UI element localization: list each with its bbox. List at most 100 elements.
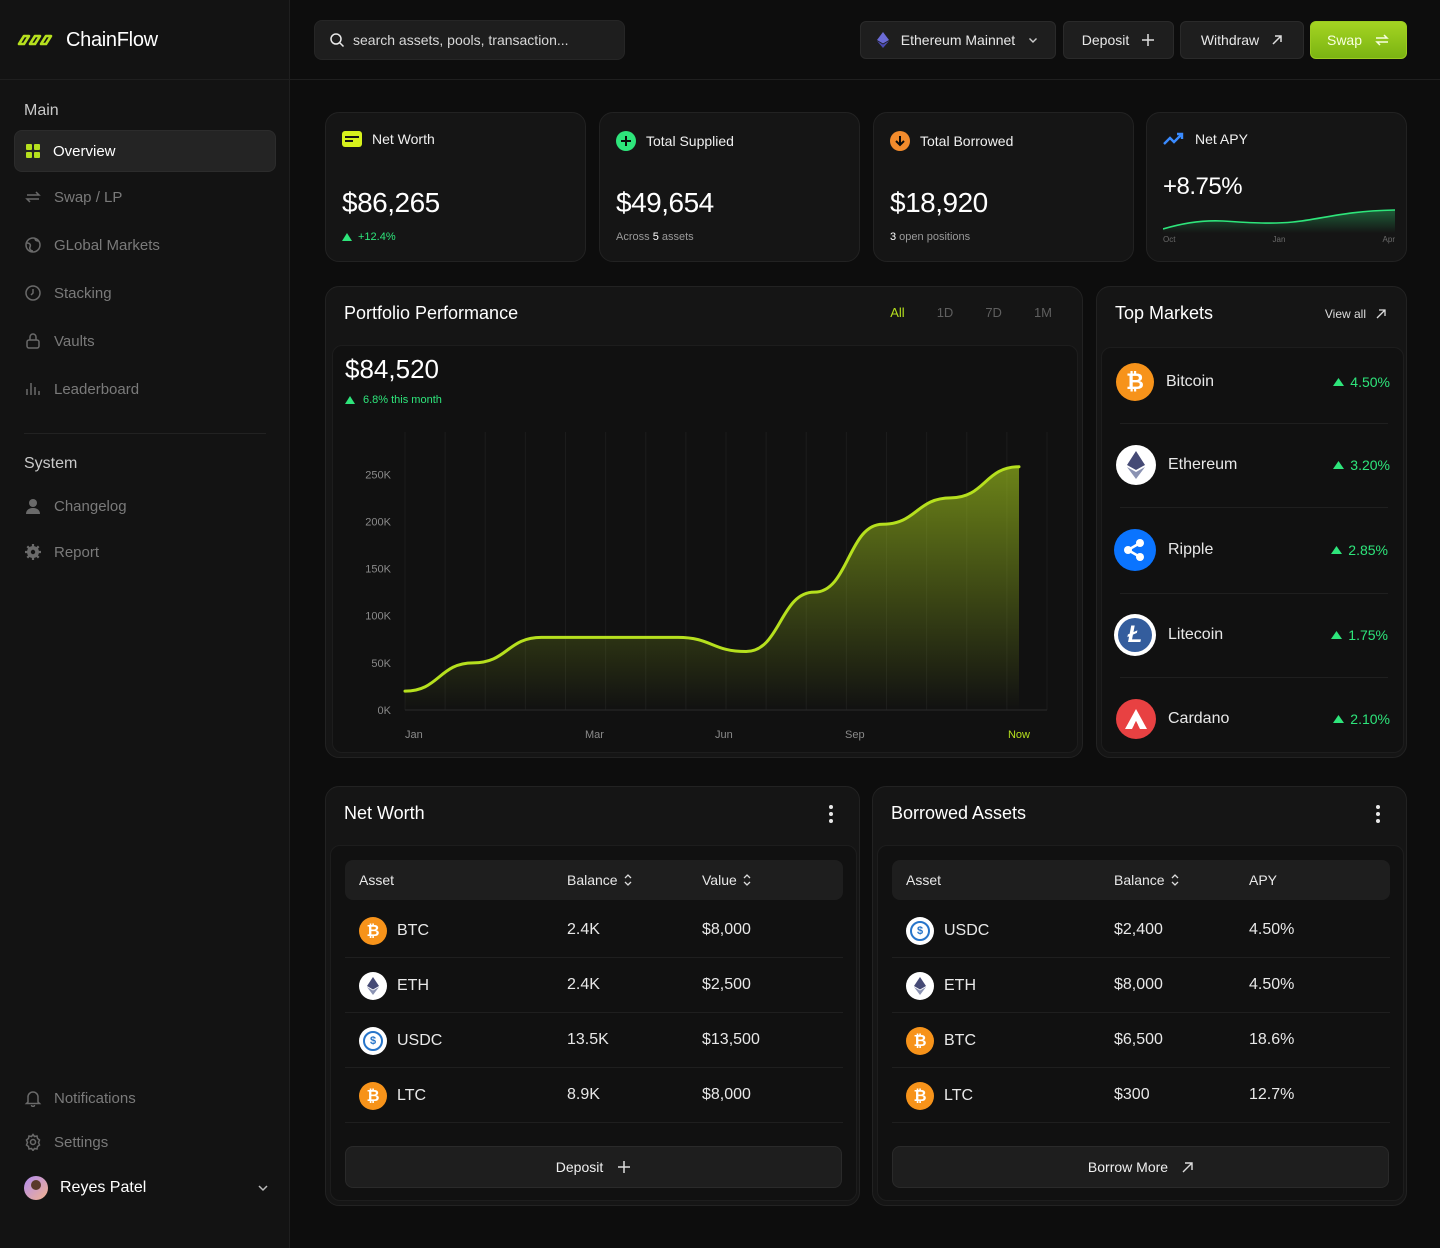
sidebar-item-label: Vaults: [54, 332, 95, 350]
deposit-label: Deposit: [555, 1159, 604, 1175]
value-cell: 4.50%: [1249, 921, 1295, 938]
sort-balance-header[interactable]: Balance: [567, 872, 632, 888]
market-change: 2.10%: [1333, 711, 1390, 727]
market-row-ripple[interactable]: Ripple 2.85%: [1114, 529, 1388, 571]
table-row[interactable]: $ USDC 13.5K $13,500: [345, 1013, 843, 1068]
divider: [24, 433, 266, 434]
sidebar-item-label: Leaderboard: [54, 380, 140, 398]
market-change-text: 2.10%: [1350, 711, 1390, 727]
arrow-up-right-icon: [1182, 1161, 1193, 1172]
table-row[interactable]: $ USDC $2,400 4.50%: [892, 903, 1390, 958]
table-row[interactable]: ₿ LTC $300 12.7%: [892, 1068, 1390, 1123]
stat-sub-pre: Across: [616, 231, 653, 243]
sidebar-item-report[interactable]: Report: [14, 531, 276, 573]
sort-balance-header[interactable]: Balance: [1114, 872, 1179, 888]
market-change: 4.50%: [1333, 374, 1390, 390]
balance-cell: 13.5K: [567, 1031, 609, 1048]
bitcoin-icon: ₿: [359, 917, 387, 945]
market-row-bitcoin[interactable]: ₿ Bitcoin 4.50%: [1116, 361, 1390, 403]
triangle-up-icon: [342, 233, 352, 241]
market-row-cardano[interactable]: Cardano 2.10%: [1116, 698, 1390, 740]
borrow-more-button[interactable]: Borrow More: [892, 1146, 1389, 1188]
search-input[interactable]: search assets, pools, transaction...: [314, 20, 625, 60]
sidebar-item-stacking[interactable]: Stacking: [14, 272, 276, 314]
market-change-text: 2.85%: [1348, 542, 1388, 558]
tab-7d[interactable]: 7D: [985, 305, 1002, 320]
view-all-label: View all: [1324, 307, 1366, 321]
sidebar-item-notifications[interactable]: Notifications: [14, 1077, 276, 1119]
market-row-ethereum[interactable]: Ethereum 3.20%: [1116, 444, 1390, 486]
y-tick-label: 200K: [365, 516, 391, 528]
chart-panel: $84,520 6.8% this month 0K 50K 100K 150K 200…: [332, 345, 1078, 753]
globe-icon: [25, 237, 41, 253]
sidebar-item-label: Notifications: [54, 1089, 136, 1107]
user-icon: [26, 499, 40, 514]
more-options-icon[interactable]: [829, 805, 833, 823]
deposit-button[interactable]: Deposit: [345, 1146, 842, 1188]
sidebar-item-changelog[interactable]: Changelog: [14, 485, 276, 527]
sidebar-item-swap-lp[interactable]: Swap / LP: [14, 176, 276, 218]
asset-symbol: USDC: [944, 922, 990, 939]
card-title: Borrowed Assets: [891, 803, 1027, 823]
app: ChainFlow Main Overview Swap / LP GLobal…: [0, 0, 1440, 1248]
swap-button[interactable]: Swap: [1310, 21, 1407, 59]
sidebar-item-label: Report: [54, 543, 100, 561]
sidebar-item-settings[interactable]: Settings: [14, 1121, 276, 1163]
logo[interactable]: ChainFlow: [16, 26, 158, 54]
balance-cell: 8.9K: [567, 1086, 600, 1103]
sidebar-item-label: Swap / LP: [54, 188, 123, 206]
divider: [1120, 677, 1388, 678]
borrow-more-label: Borrow More: [1087, 1159, 1169, 1175]
more-options-icon[interactable]: [1376, 805, 1380, 823]
apy-sparkline: [1163, 209, 1395, 233]
sidebar-item-vaults[interactable]: Vaults: [14, 320, 276, 362]
sparkline-axis: Oct Jan Apr: [1163, 235, 1395, 244]
sidebar-item-label: Stacking: [54, 284, 112, 302]
sidebar-item-global-markets[interactable]: GLobal Markets: [14, 224, 276, 266]
divider: [0, 79, 290, 80]
column-header: Asset: [359, 872, 394, 888]
bitcoin-icon: ₿: [1116, 363, 1154, 401]
table-row[interactable]: ETH $8,000 4.50%: [892, 958, 1390, 1013]
sort-value-header[interactable]: Value: [702, 872, 751, 888]
asset-symbol: BTC: [944, 1032, 976, 1049]
deposit-button[interactable]: Deposit: [1063, 21, 1174, 59]
cardano-icon: [1116, 699, 1156, 739]
column-label: Balance: [567, 872, 618, 888]
spark-label: Jan: [1272, 235, 1286, 244]
network-select[interactable]: Ethereum Mainnet: [860, 21, 1056, 59]
stat-change-text: +12.4%: [358, 231, 396, 243]
value-cell: $8,000: [702, 1086, 751, 1103]
sidebar-item-leaderboard[interactable]: Leaderboard: [14, 368, 276, 410]
triangle-up-icon: [1331, 631, 1343, 639]
stat-title: Net APY: [1163, 131, 1248, 147]
sidebar-item-label: Changelog: [54, 497, 127, 515]
value-cell: $13,500: [702, 1031, 760, 1048]
bitcoin-icon: ₿: [359, 1082, 387, 1110]
tab-1d[interactable]: 1D: [937, 305, 954, 320]
table-header: Asset Balance Value: [345, 860, 843, 900]
net-worth-table-card: Net Worth Asset Balance Value ₿ BTC 2.4K $8…: [325, 786, 860, 1206]
tab-all[interactable]: All: [890, 305, 904, 320]
table-row[interactable]: ETH 2.4K $2,500: [345, 958, 843, 1013]
table-row[interactable]: ₿ BTC $6,500 18.6%: [892, 1013, 1390, 1068]
tab-1m[interactable]: 1M: [1034, 305, 1052, 320]
withdraw-button[interactable]: Withdraw: [1180, 21, 1304, 59]
chevron-down-icon: [1029, 38, 1038, 43]
stat-title-text: Net APY: [1195, 131, 1248, 147]
markets-list: ₿ Bitcoin 4.50% Ethereum 3.20% Ripple 2.…: [1101, 347, 1404, 753]
market-name: Litecoin: [1168, 626, 1224, 643]
table-header: Asset Balance APY: [892, 860, 1390, 900]
user-menu[interactable]: Reyes Patel: [24, 1175, 270, 1201]
deposit-label: Deposit: [1081, 32, 1130, 48]
market-row-litecoin[interactable]: Ł Litecoin 1.75%: [1114, 614, 1388, 656]
table-row[interactable]: ₿ LTC 8.9K $8,000: [345, 1068, 843, 1123]
view-all-link[interactable]: View all: [1325, 307, 1386, 321]
sidebar-item-overview[interactable]: Overview: [14, 130, 276, 172]
market-change-text: 3.20%: [1350, 457, 1390, 473]
market-change: 2.85%: [1331, 542, 1388, 558]
asset-cell: ₿ BTC: [359, 917, 429, 945]
bitcoin-icon: ₿: [906, 1027, 934, 1055]
table-row[interactable]: ₿ BTC 2.4K $8,000: [345, 903, 843, 958]
asset-symbol: USDC: [397, 1032, 443, 1049]
